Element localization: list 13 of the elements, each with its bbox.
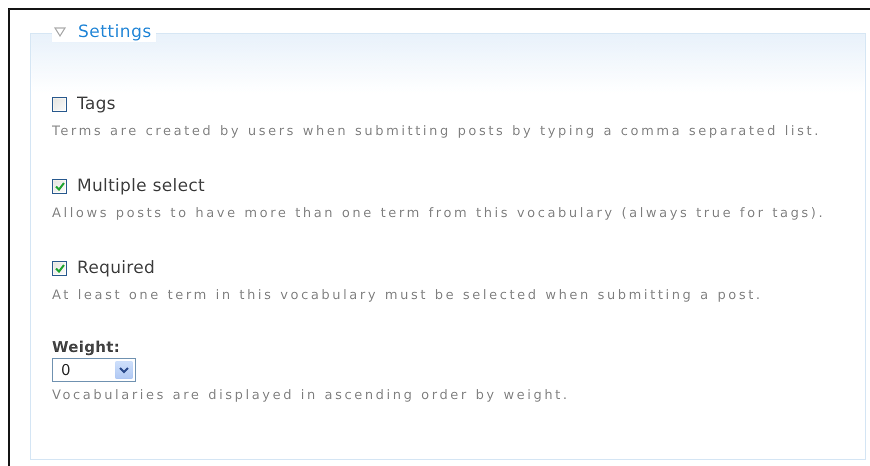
- chevron-down-icon: [119, 366, 129, 374]
- weight-description: Vocabularies are displayed in ascending order by weight.: [52, 388, 571, 403]
- option-description: Terms are created by users when submitting posts by typing a comma separated list.: [52, 124, 822, 139]
- checkbox-label[interactable]: Required: [77, 258, 156, 278]
- weight-select[interactable]: 0: [52, 358, 136, 382]
- checkbox[interactable]: [52, 260, 67, 276]
- checkbox-label[interactable]: Tags: [77, 94, 116, 114]
- checkbox[interactable]: [52, 178, 67, 194]
- weight-label: Weight:: [52, 338, 122, 356]
- checkbox-label[interactable]: Multiple select: [77, 176, 205, 196]
- option-description: Allows posts to have more than one term from this vocabulary (always true for tags).: [52, 206, 826, 221]
- checkbox[interactable]: [52, 96, 67, 112]
- option-description: At least one term in this vocabulary must be selected when submitting a post.: [52, 288, 764, 303]
